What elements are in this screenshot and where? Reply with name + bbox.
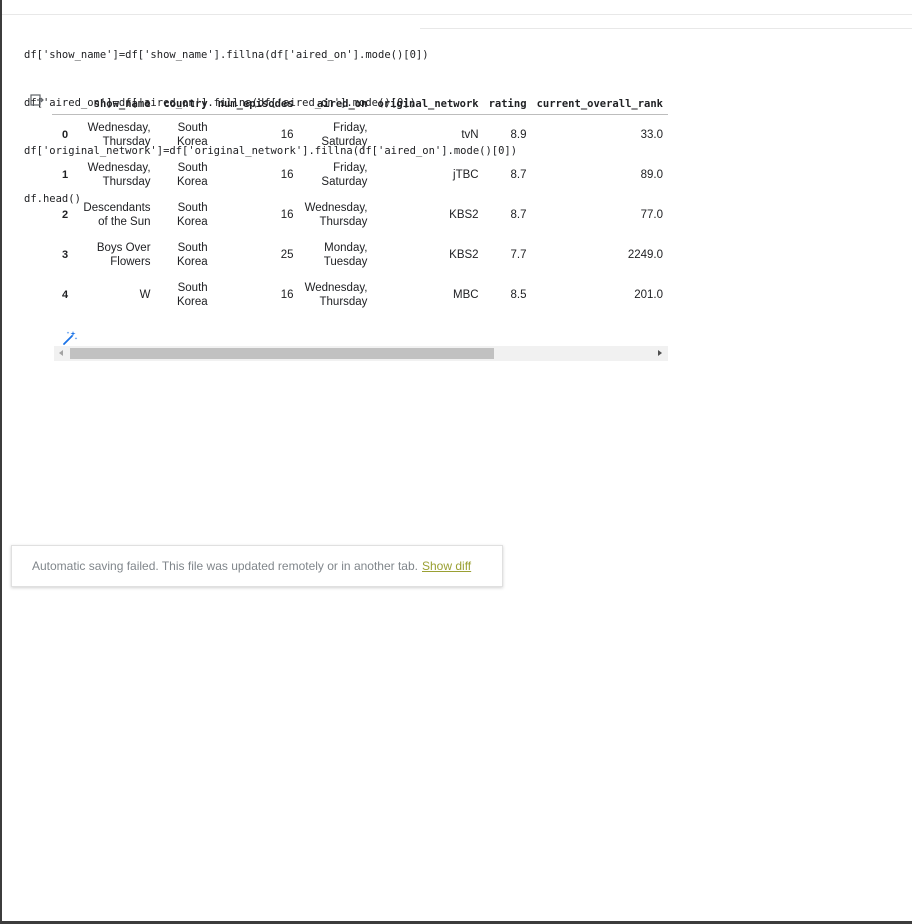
cell-aired-on: Friday, Saturday — [321, 122, 368, 148]
cell-country: South Korea — [176, 242, 208, 268]
cell-original-network: KBS2 — [449, 249, 479, 261]
header-row: show_name country num_episodes aired_on … — [52, 94, 668, 115]
table-row: 0 Wednesday, Thursday South Korea 16 Fri… — [52, 115, 668, 156]
cell-rating: 7.7 — [510, 249, 527, 261]
column-header: aired_on — [298, 94, 373, 115]
cell-aired-on: Wednesday, Thursday — [304, 202, 368, 228]
cell-rating: 8.7 — [510, 209, 527, 221]
cell-country: South Korea — [176, 122, 208, 148]
cell-original-network: jTBC — [453, 169, 479, 181]
left-border — [0, 0, 2, 924]
table-row: 4 W South Korea 16 Wednesday, Thursday M… — [52, 275, 668, 315]
cell-current-overall-rank: 201.0 — [634, 289, 663, 301]
cell-original-network: MBC — [453, 289, 479, 301]
cell-rating: 8.5 — [510, 289, 527, 301]
cell-country: South Korea — [176, 282, 208, 308]
row-index: 1 — [61, 169, 69, 181]
column-header: show_name — [78, 94, 156, 115]
toast-message: Automatic saving failed. This file was u… — [32, 559, 418, 573]
cell-current-overall-rank: 89.0 — [640, 169, 663, 181]
row-index: 4 — [61, 289, 69, 301]
row-index: 0 — [61, 129, 69, 141]
cell-num-episodes: 25 — [280, 249, 294, 261]
cell-rating: 8.9 — [510, 129, 527, 141]
magic-wand-icon[interactable] — [62, 330, 78, 346]
row-index: 2 — [61, 209, 69, 221]
cell-aired-on: Wednesday, Thursday — [304, 282, 368, 308]
column-header — [52, 94, 78, 115]
column-header: original_network — [372, 94, 484, 115]
cell-country: South Korea — [176, 202, 208, 228]
table-row: 1 Wednesday, Thursday South Korea 16 Fri… — [52, 155, 668, 195]
cell-num-episodes: 16 — [280, 169, 294, 181]
dataframe-table: show_name country num_episodes aired_on … — [52, 94, 668, 315]
autosave-toast: Automatic saving failed. This file was u… — [11, 545, 503, 587]
cell-current-overall-rank: 33.0 — [640, 129, 663, 141]
code-line: df['show_name']=df['show_name'].fillna(d… — [24, 49, 429, 61]
cell-num-episodes: 16 — [280, 129, 294, 141]
cell-num-episodes: 16 — [280, 209, 294, 221]
column-header: num_episodes — [212, 94, 299, 115]
cell-show-name: Descendants of the Sun — [83, 202, 151, 228]
cell-aired-on: Friday, Saturday — [321, 162, 368, 188]
table-row: 2 Descendants of the Sun South Korea 16 … — [52, 195, 668, 235]
cell-show-name: Wednesday, Thursday — [87, 122, 151, 148]
scroll-right-arrow-icon[interactable] — [658, 350, 662, 356]
dataframe-output: show_name country num_episodes aired_on … — [52, 94, 668, 315]
show-diff-link[interactable]: Show diff — [422, 559, 471, 573]
cell-rating: 8.7 — [510, 169, 527, 181]
scroll-left-arrow-icon[interactable] — [59, 350, 63, 356]
cell-show-name: Wednesday, Thursday — [87, 162, 151, 188]
cell-show-name: Boys Over Flowers — [96, 242, 151, 268]
cell-original-network: tvN — [461, 129, 479, 141]
output-icon[interactable] — [30, 94, 44, 106]
horizontal-scrollbar[interactable] — [54, 346, 668, 361]
scrollbar-thumb[interactable] — [70, 348, 494, 359]
table-row: 3 Boys Over Flowers South Korea 25 Monda… — [52, 235, 668, 275]
cell-country: South Korea — [176, 162, 208, 188]
cell-original-network: KBS2 — [449, 209, 479, 221]
cell-current-overall-rank: 2249.0 — [627, 249, 663, 261]
column-header: rating — [483, 94, 532, 115]
cell-show-name: W — [139, 289, 151, 301]
column-header: country — [155, 94, 213, 115]
cell-aired-on: Monday, Tuesday — [323, 242, 368, 268]
cell-current-overall-rank: 77.0 — [640, 209, 663, 221]
cell-num-episodes: 16 — [280, 289, 294, 301]
row-index: 3 — [61, 249, 69, 261]
column-header: current_overall_rank — [531, 94, 668, 115]
